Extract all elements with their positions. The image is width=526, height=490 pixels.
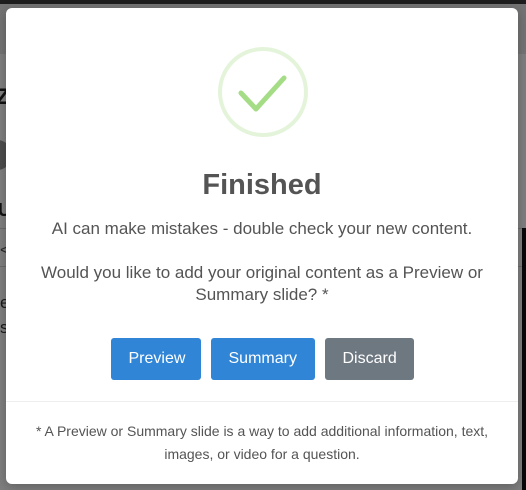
dialog-message: AI can make mistakes - double check your… — [26, 218, 498, 306]
finished-dialog: Finished AI can make mistakes - double c… — [6, 8, 518, 484]
preview-button[interactable]: Preview — [110, 338, 201, 380]
add-slide-question: Would you like to add your original cont… — [41, 263, 483, 304]
checkmark-icon — [238, 75, 287, 112]
discard-button[interactable]: Discard — [324, 338, 414, 380]
footer-note: * A Preview or Summary slide is a way to… — [35, 423, 489, 462]
ai-warning-text: AI can make mistakes - double check your… — [51, 219, 473, 238]
summary-button[interactable]: Summary — [210, 338, 315, 380]
dialog-actions: Preview Summary Discard — [6, 338, 518, 380]
dialog-footer: * A Preview or Summary slide is a way to… — [6, 401, 518, 485]
dialog-title: Finished — [202, 169, 322, 201]
success-checkmark-icon — [218, 47, 308, 137]
